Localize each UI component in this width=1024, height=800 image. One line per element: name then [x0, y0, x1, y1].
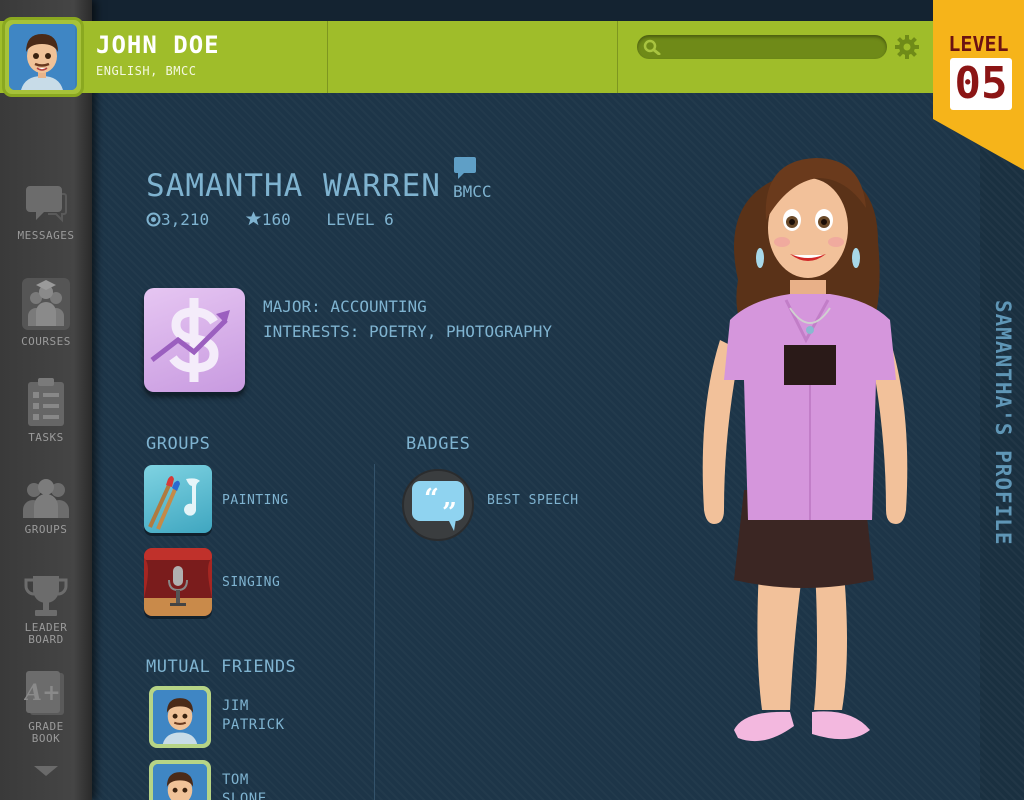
- microphone-icon: [144, 548, 212, 616]
- points-stat: 3,210: [146, 210, 209, 229]
- avatar-face-icon: [153, 764, 207, 800]
- search-input[interactable]: [637, 35, 887, 59]
- stars-value: 160: [261, 210, 291, 229]
- header-divider: [617, 21, 618, 93]
- sidebar-item-messages[interactable]: MESSAGES: [0, 182, 92, 242]
- friend-avatar-tom-slone[interactable]: [149, 760, 211, 800]
- badge-label: BEST SPEECH: [487, 493, 579, 508]
- mutual-friends-title: MUTUAL FRIENDS: [146, 657, 297, 677]
- groups-icon: [23, 479, 69, 518]
- sidebar-item-tasks[interactable]: TASKS: [0, 378, 92, 444]
- tasks-icon: [28, 378, 64, 426]
- sidebar-item-label: MESSAGES: [17, 229, 75, 242]
- profile-character-avatar: [702, 158, 908, 742]
- profile-vertical-title: SAMANTHA'S PROFILE: [991, 300, 1015, 546]
- sidebar-item-label: BOOK: [31, 732, 61, 745]
- friend-first-name: JIM: [222, 698, 249, 714]
- group-tile-singing[interactable]: [144, 548, 212, 616]
- sidebar-item-label: TASKS: [28, 431, 64, 444]
- profile-interests: INTERESTS: POETRY, PHOTOGRAPHY: [263, 322, 552, 341]
- accounting-icon: [150, 298, 230, 382]
- group-label-singing: SINGING: [222, 575, 281, 590]
- badge-best-speech[interactable]: “ ”: [402, 469, 474, 541]
- profile-name: SAMANTHA WARREN: [146, 168, 441, 204]
- sidebar: MESSAGES COURSES TASKS GROUPS LEADER BOA…: [0, 0, 92, 800]
- profile-major: MAJOR: ACCOUNTING: [263, 297, 427, 316]
- avatar-face-icon: [153, 690, 207, 744]
- sidebar-item-courses[interactable]: COURSES: [0, 276, 92, 348]
- profile-level: LEVEL 6: [326, 210, 394, 229]
- trophy-icon: [24, 576, 68, 616]
- sidebar-item-groups[interactable]: GROUPS: [0, 478, 92, 536]
- svg-text:”: ”: [442, 498, 457, 528]
- stars-stat: 160: [245, 210, 291, 229]
- gear-icon[interactable]: [894, 34, 920, 60]
- user-name: JOHN DOE: [96, 31, 220, 59]
- courses-icon: [22, 278, 70, 330]
- badges-title: BADGES: [406, 434, 471, 454]
- star-icon: [245, 211, 262, 226]
- friend-name-tom-slone: TOM SLONE: [222, 771, 267, 800]
- svg-text:A+: A+: [24, 680, 61, 706]
- user-avatar[interactable]: [2, 17, 84, 97]
- level-label: LEVEL: [948, 32, 1009, 56]
- sidebar-item-label: GROUPS: [24, 523, 68, 536]
- user-course-school: ENGLISH, BMCC: [96, 64, 197, 78]
- header-bar: JOHN DOE ENGLISH, BMCC: [0, 17, 960, 97]
- group-tile-painting[interactable]: [144, 465, 212, 533]
- sidebar-item-label: BOARD: [28, 633, 64, 646]
- sidebar-item-label: COURSES: [21, 335, 71, 348]
- painting-icon: [148, 476, 200, 530]
- chat-bubble-icon[interactable]: [453, 156, 477, 180]
- major-accounting-tile: [144, 288, 245, 392]
- level-number: 05: [950, 58, 1012, 110]
- friend-avatar-jim-patrick[interactable]: [149, 686, 211, 748]
- sidebar-item-leaderboard[interactable]: LEADER BOARD: [0, 574, 92, 646]
- sidebar-item-gradebook[interactable]: A+ GRADE BOOK: [0, 669, 92, 745]
- section-divider: [374, 464, 375, 800]
- svg-text:“: “: [424, 484, 439, 514]
- messages-icon: [26, 186, 67, 223]
- avatar-face-icon: [9, 24, 75, 90]
- profile-details: MAJOR: ACCOUNTING INTERESTS: POETRY, PHO…: [263, 294, 552, 344]
- gradebook-icon: A+: [24, 671, 64, 715]
- profile-stats: 3,210 160 LEVEL 6: [146, 210, 420, 229]
- header-divider: [327, 21, 328, 93]
- scroll-down-arrow-icon[interactable]: [34, 766, 58, 776]
- profile-school: BMCC: [453, 182, 492, 201]
- top-strip: [92, 0, 1024, 21]
- quote-bubble-icon: “ ”: [412, 481, 464, 531]
- search-icon: [643, 39, 661, 55]
- points-value: 3,210: [161, 210, 210, 229]
- friend-last-name: SLONE: [222, 791, 267, 800]
- friend-first-name: TOM: [222, 772, 249, 788]
- groups-title: GROUPS: [146, 434, 211, 454]
- points-icon: [146, 212, 161, 227]
- friend-name-jim-patrick: JIM PATRICK: [222, 697, 285, 735]
- friend-last-name: PATRICK: [222, 717, 285, 733]
- group-label-painting: PAINTING: [222, 493, 289, 508]
